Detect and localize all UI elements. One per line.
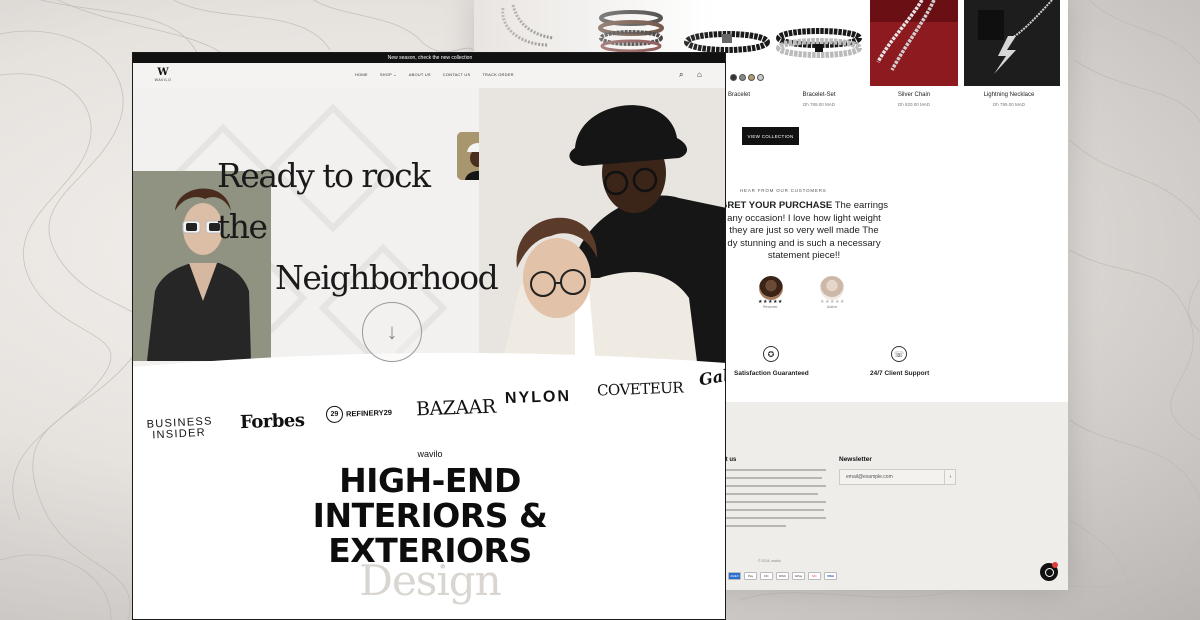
logo-text: WAVILO [154,78,172,82]
product-price: Dh 820.00 MAD [897,102,931,107]
nav-home[interactable]: HOME [355,72,368,77]
nav-track-order[interactable]: TRACK ORDER [482,72,513,77]
review-quote: GRET YOUR PURCHASE The earrings any occa… [714,200,894,263]
diners-club-icon: DC [760,572,773,580]
hero-title-line-1: Ready to rock the [217,156,431,246]
refinery29-label: REFINERY29 [345,407,393,419]
newsletter-submit-button[interactable]: › [944,469,956,485]
section-brand-name: wavilo [417,449,443,459]
feature-label: Satisfaction Guaranteed [734,370,809,377]
review-line: The earrings [834,200,889,211]
swatch-grey[interactable] [739,74,746,81]
hero-title: Ready to rock the Neighborhood [217,150,499,303]
brand-bazaar[interactable]: BAZAAR [416,396,496,421]
site-logo[interactable]: W WAVILO [153,67,173,83]
review-line: they are just so very well made The [729,225,879,237]
scroll-down-button[interactable]: ↓ [362,302,422,362]
newsletter-title: Newsletter [839,456,872,463]
brand-refinery29[interactable]: 29 REFINERY29 [325,404,393,424]
review-line: statement piece!! [767,250,841,262]
main-nav: HOME SHOP ⌄ ABOUT US CONTACT US TRACK OR… [355,72,514,77]
front-window: New season, check the new collection W W… [132,52,726,620]
section-headline: HIGH-END INTERIORS & EXTERIORS [133,461,725,568]
reviewer-name: Reviewer [763,305,778,309]
product-price: Dh 795.00 MAD [992,102,1026,107]
mastercard-icon: MC [808,572,821,580]
announcement-bar[interactable]: New season, check the new collection [133,53,725,63]
swatch-gold[interactable] [748,74,755,81]
product-image-bead-bracelet-set[interactable] [772,0,866,86]
avatar[interactable] [759,276,783,300]
search-icon[interactable]: ⌕ [679,70,683,80]
nav-about-us[interactable]: ABOUT US [409,72,431,77]
product-image-silver-chain-on-red[interactable] [870,0,958,86]
review-line: dy stunning and is such a necessary [727,237,881,249]
product-name[interactable]: Lightning Necklace [962,92,1056,98]
avatar[interactable] [820,276,844,300]
design-script-word: Design [359,556,501,605]
hero-title-line-2: Neighborhood [275,258,499,297]
brand-nylon[interactable]: NYLON [505,388,572,408]
ribbon-icon: ✪ [763,346,779,362]
review-quote-bold: GRET YOUR PURCHASE [719,200,833,211]
cart-icon[interactable]: ⌂ [697,70,702,79]
swatch-silver[interactable] [757,74,764,81]
review-line: any occasion! I love how light weight [727,212,881,224]
nav-contact-us[interactable]: CONTACT US [443,72,471,77]
discover-icon: DISC [776,572,789,580]
feature-label: 24/7 Client Support [870,370,930,377]
visa-icon: VISA [824,572,837,580]
brand-coveteur[interactable]: COVETEUR [597,379,684,400]
product-name[interactable]: Bracelet-Set [772,92,866,98]
product-image-lightning-pendant[interactable] [964,0,1060,86]
reviews-heading: HEAR FROM OUR CUSTOMERS [740,188,827,193]
product-price: Dh 789.00 MAD [802,102,836,107]
notification-badge [1052,562,1058,568]
amex-icon: AMEX [728,572,741,580]
refinery29-badge: 29 [325,405,344,424]
arrow-down-icon: ↓ [386,319,398,344]
google-pay-icon: GPay [792,572,805,580]
swatch-black[interactable] [730,74,737,81]
view-collection-button[interactable]: VIEW COLLECTION [742,127,799,145]
nav-shop[interactable]: SHOP ⌄ [380,72,397,77]
copyright: © 2024, wavilo [758,559,782,563]
support-icon: ☏ [891,346,907,362]
product-name[interactable]: Silver Chain [867,92,961,98]
newsletter-email-input[interactable]: email@example.com [839,469,956,485]
brand-forbes[interactable]: Forbes [240,410,305,433]
brand-business-insider[interactable]: BUSINESS INSIDER [146,415,213,441]
headline-line: INTERIORS & [312,496,548,535]
reviewer-name: Author [827,305,838,309]
hero-photo-couple [479,88,725,378]
apple-pay-icon: Pay [744,572,757,580]
chat-icon [1044,567,1054,577]
logo-mark: W [157,67,169,78]
color-swatches[interactable] [730,74,764,81]
headline-line: HIGH-END [339,461,521,500]
payment-icons: AMEX Pay DC DISC GPay MC VISA [728,572,837,580]
